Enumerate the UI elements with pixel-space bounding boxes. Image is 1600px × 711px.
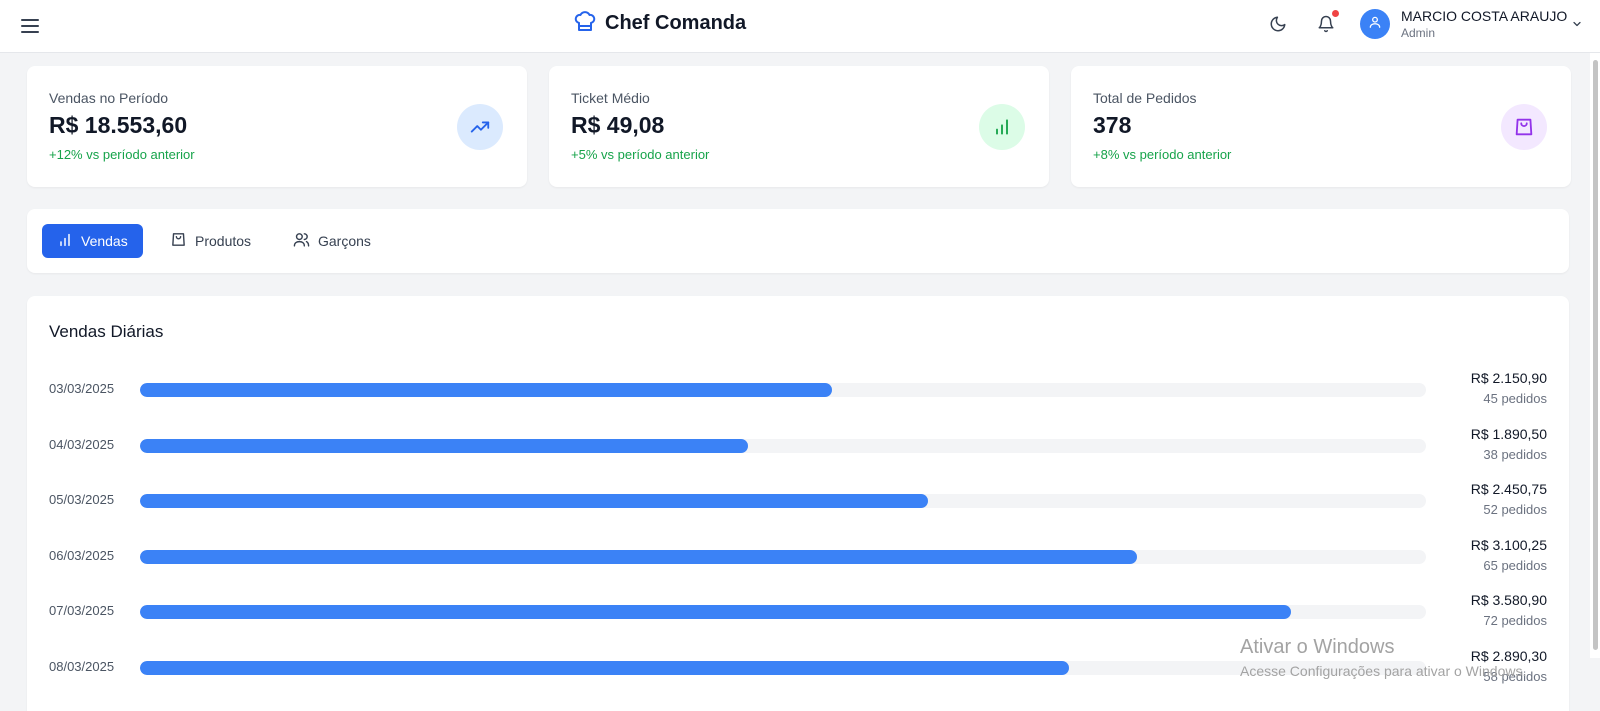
sales-row: 05/03/2025 R$ 2.450,75 52 pedidos <box>27 481 1569 521</box>
tab-label: Garçons <box>318 233 371 249</box>
hamburger-icon[interactable] <box>18 14 42 38</box>
stat-change: +8% vs período anterior <box>1093 147 1232 162</box>
stat-change: +12% vs período anterior <box>49 147 195 162</box>
chef-hat-icon <box>573 9 597 38</box>
row-amount: R$ 1.890,50 <box>1470 426 1547 442</box>
row-order-count: 65 pedidos <box>1483 558 1547 573</box>
row-order-count: 72 pedidos <box>1483 613 1547 628</box>
brand[interactable]: Chef Comanda <box>573 10 746 36</box>
row-date: 04/03/2025 <box>49 437 115 452</box>
scrollbar-thumb[interactable] <box>1593 60 1598 650</box>
bar-fill <box>140 605 1292 619</box>
stat-label: Ticket Médio <box>571 90 650 106</box>
tab-label: Produtos <box>195 233 252 249</box>
row-date: 03/03/2025 <box>49 381 115 396</box>
bar-chart-icon <box>57 232 73 251</box>
report-tabs: Vendas Produtos Garçons <box>27 209 1569 273</box>
sales-row: 06/03/2025 R$ 3.100,25 65 pedidos <box>27 537 1569 577</box>
bar-track <box>140 550 1426 564</box>
tab-vendas[interactable]: Vendas <box>42 224 143 258</box>
sales-row: 08/03/2025 R$ 2.890,30 58 pedidos <box>27 648 1569 688</box>
moon-icon[interactable] <box>1266 12 1290 36</box>
bar-fill <box>140 550 1137 564</box>
bar-fill <box>140 661 1070 675</box>
users-icon <box>293 231 310 251</box>
sales-row: 03/03/2025 R$ 2.150,90 45 pedidos <box>27 370 1569 410</box>
row-order-count: 58 pedidos <box>1483 669 1547 684</box>
user-role: Admin <box>1401 26 1436 40</box>
row-date: 08/03/2025 <box>49 659 115 674</box>
row-order-count: 45 pedidos <box>1483 391 1547 406</box>
bar-track <box>140 439 1426 453</box>
row-amount: R$ 3.100,25 <box>1470 537 1547 553</box>
stat-card-vendas: Vendas no Período R$ 18.553,60 +12% vs p… <box>27 66 527 187</box>
notification-dot <box>1332 10 1339 17</box>
bar-track <box>140 661 1426 675</box>
tab-label: Vendas <box>81 233 128 249</box>
trending-up-icon <box>457 104 503 150</box>
tab-garcons[interactable]: Garçons <box>278 224 386 258</box>
bar-fill <box>140 494 928 508</box>
bar-fill <box>140 383 832 397</box>
app-title: Chef Comanda <box>605 11 747 34</box>
row-date: 05/03/2025 <box>49 492 115 507</box>
row-amount: R$ 2.890,30 <box>1470 648 1547 664</box>
stat-change: +5% vs período anterior <box>571 147 710 162</box>
stat-card-ticket: Ticket Médio R$ 49,08 +5% vs período ant… <box>549 66 1049 187</box>
row-order-count: 38 pedidos <box>1483 447 1547 462</box>
tab-produtos[interactable]: Produtos <box>155 224 266 258</box>
stat-value: R$ 18.553,60 <box>49 112 188 138</box>
sales-row: 04/03/2025 R$ 1.890,50 38 pedidos <box>27 426 1569 466</box>
stat-label: Vendas no Período <box>49 90 169 106</box>
row-amount: R$ 3.580,90 <box>1470 592 1547 608</box>
row-amount: R$ 2.450,75 <box>1470 481 1547 497</box>
user-icon <box>1368 15 1382 34</box>
daily-sales-card: Vendas Diárias 03/03/2025 R$ 2.150,90 45 p… <box>27 296 1569 711</box>
row-order-count: 52 pedidos <box>1483 502 1547 517</box>
bar-fill <box>140 439 748 453</box>
bar-chart-icon <box>979 104 1025 150</box>
shopping-bag-icon <box>170 231 187 251</box>
user-name[interactable]: MARCIO COSTA ARAUJO <box>1401 8 1567 24</box>
sales-row: 07/03/2025 R$ 3.580,90 72 pedidos <box>27 592 1569 632</box>
stat-value: 378 <box>1093 112 1132 138</box>
bar-track <box>140 494 1426 508</box>
stat-label: Total de Pedidos <box>1093 90 1197 106</box>
chevron-down-icon[interactable] <box>1569 16 1585 32</box>
top-bar: Chef Comanda MARCIO COSTA ARAUJO Admin <box>0 0 1600 53</box>
row-date: 06/03/2025 <box>49 548 115 563</box>
row-amount: R$ 2.150,90 <box>1470 370 1547 386</box>
row-date: 07/03/2025 <box>49 603 115 618</box>
bar-track <box>140 383 1426 397</box>
stat-value: R$ 49,08 <box>571 112 665 138</box>
shopping-bag-icon <box>1501 104 1547 150</box>
chart-title: Vendas Diárias <box>49 322 164 341</box>
avatar[interactable] <box>1360 9 1390 39</box>
stat-card-pedidos: Total de Pedidos 378 +8% vs período ante… <box>1071 66 1571 187</box>
bar-track <box>140 605 1426 619</box>
